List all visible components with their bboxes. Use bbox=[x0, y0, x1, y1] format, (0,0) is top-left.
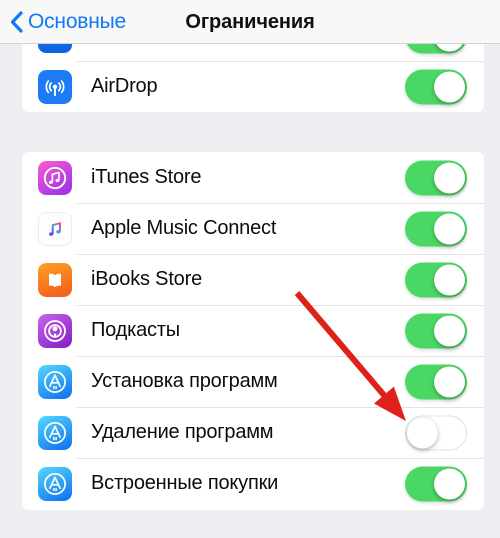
navigation-bar: Основные Ограничения bbox=[0, 0, 500, 44]
list-item-itunes-store[interactable]: iTunes Store bbox=[22, 152, 484, 203]
toggle-podcasts[interactable] bbox=[405, 313, 467, 348]
list-item-label: AirDrop bbox=[91, 75, 158, 97]
toggle-knob bbox=[434, 468, 465, 499]
settings-group-main: iTunes Store Apple Music Connect iBooks … bbox=[22, 152, 484, 510]
toggle-ibooks-store[interactable] bbox=[405, 262, 467, 297]
list-item-label: Подкасты bbox=[91, 319, 180, 341]
toggle-apple-music-connect[interactable] bbox=[405, 211, 467, 246]
toggle-knob bbox=[434, 315, 465, 346]
list-item-delete-apps[interactable]: Удаление программ bbox=[22, 407, 484, 458]
toggle-airdrop[interactable] bbox=[405, 69, 467, 104]
list-item-label: Установка программ bbox=[91, 370, 278, 392]
app-store-icon bbox=[38, 415, 72, 450]
list-item-label: Удаление программ bbox=[91, 421, 274, 443]
airdrop-icon bbox=[38, 69, 72, 104]
toggle-knob bbox=[434, 71, 465, 102]
toggle-in-app-purchases[interactable] bbox=[405, 466, 467, 501]
toggle-delete-apps[interactable] bbox=[405, 415, 467, 450]
podcasts-icon bbox=[38, 313, 72, 348]
list-item-label: iBooks Store bbox=[91, 268, 202, 290]
list-item-ibooks-store[interactable]: iBooks Store bbox=[22, 254, 484, 305]
itunes-store-icon bbox=[38, 160, 72, 195]
toggle-install-apps[interactable] bbox=[405, 364, 467, 399]
apple-music-icon bbox=[38, 211, 72, 246]
list-item-podcasts[interactable]: Подкасты bbox=[22, 305, 484, 356]
toggle-knob bbox=[434, 366, 465, 397]
page-title: Ограничения bbox=[185, 10, 315, 33]
toggle-itunes-store[interactable] bbox=[405, 160, 467, 195]
toggle-knob bbox=[434, 213, 465, 244]
list-item-airdrop[interactable]: AirDrop bbox=[22, 61, 484, 112]
toggle-knob bbox=[434, 264, 465, 295]
ibooks-store-icon bbox=[38, 262, 72, 297]
toggle-knob bbox=[434, 162, 465, 193]
app-store-icon bbox=[38, 466, 72, 501]
app-store-icon bbox=[38, 364, 72, 399]
list-item-install-apps[interactable]: Установка программ bbox=[22, 356, 484, 407]
list-item-label: Встроенные покупки bbox=[91, 472, 279, 494]
list-item-label: Apple Music Connect bbox=[91, 217, 277, 239]
list-item-apple-music-connect[interactable]: Apple Music Connect bbox=[22, 203, 484, 254]
list-item-in-app-purchases[interactable]: Встроенные покупки bbox=[22, 458, 484, 509]
settings-screen: Основные Ограничения AirDrop iTunes Stor… bbox=[0, 0, 500, 538]
toggle-knob bbox=[407, 417, 438, 448]
list-item-label: iTunes Store bbox=[91, 166, 202, 188]
